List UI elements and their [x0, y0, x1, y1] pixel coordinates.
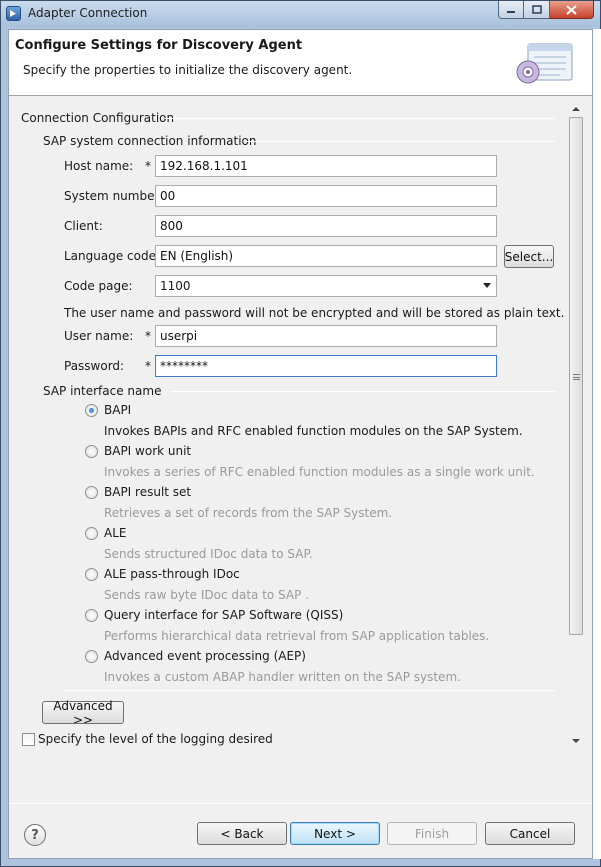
dialog-window: Adapter Connection Configure Settings fo…: [0, 0, 601, 867]
advanced-button[interactable]: Advanced >>: [42, 699, 124, 727]
settings-scroll-area[interactable]: Connection Configuration SAP system conn…: [9, 103, 592, 748]
required-marker: *: [145, 159, 151, 173]
radio-option-3[interactable]: ALE: [85, 526, 126, 540]
footer-separator: [9, 803, 592, 804]
wizard-banner: Configure Settings for Discovery Agent S…: [9, 30, 592, 96]
radio-option-0[interactable]: BAPI: [85, 403, 131, 417]
radio-option-label[interactable]: BAPI work unit: [104, 444, 191, 458]
background-window-edge: [593, 29, 601, 859]
radio-option-description: Invokes a custom ABAP handler written on…: [104, 670, 461, 684]
radio-option-label[interactable]: ALE pass-through IDoc: [104, 567, 240, 581]
language-select-button[interactable]: Select...: [504, 245, 554, 268]
radio-option-description: Sends structured IDoc data to SAP.: [104, 547, 313, 561]
chevron-down-icon: [483, 283, 491, 288]
host-name-input[interactable]: [155, 155, 497, 177]
radio-option-description: Invokes a series of RFC enabled function…: [104, 465, 535, 479]
help-button[interactable]: ?: [24, 824, 46, 846]
separator: [247, 141, 555, 142]
user-name-label: User name:: [64, 329, 134, 343]
radio-option-description: Invokes BAPIs and RFC enabled function m…: [104, 424, 523, 438]
radio-option-2[interactable]: BAPI result set: [85, 485, 191, 499]
radio-option-description: Performs hierarchical data retrieval fro…: [104, 629, 490, 643]
close-button[interactable]: [550, 1, 594, 19]
radio-button[interactable]: [85, 403, 98, 417]
radio-option-6[interactable]: Advanced event processing (AEP): [85, 649, 306, 663]
radio-option-label[interactable]: ALE: [104, 526, 126, 540]
settings-wizard-icon: [516, 43, 573, 84]
minimize-icon: [507, 10, 515, 13]
maximize-icon: [531, 5, 542, 14]
grip-icon: [573, 374, 580, 380]
minimize-button[interactable]: [498, 1, 524, 19]
logging-checkbox[interactable]: [22, 733, 35, 746]
window-title: Adapter Connection: [28, 6, 148, 20]
radio-option-description: Retrieves a set of records from the SAP …: [104, 506, 393, 520]
code-page-label: Code page:: [64, 279, 133, 293]
radio-option-1[interactable]: BAPI work unit: [85, 444, 191, 458]
scrollbar-thumb[interactable]: [569, 117, 583, 635]
password-label: Password:: [64, 359, 125, 373]
back-button[interactable]: < Back: [197, 822, 287, 845]
password-input[interactable]: [155, 355, 497, 377]
required-marker: *: [145, 359, 151, 373]
radio-option-label[interactable]: Query interface for SAP Software (QISS): [104, 608, 343, 622]
page-title: Configure Settings for Discovery Agent: [15, 38, 303, 53]
sap-interface-heading: SAP interface name: [43, 384, 162, 398]
logging-checkbox-label[interactable]: Specify the level of the logging desired: [38, 732, 273, 746]
radio-option-label[interactable]: BAPI: [104, 403, 131, 417]
sap-connection-heading: SAP system connection information: [43, 134, 257, 148]
close-icon: [566, 4, 577, 15]
app-icon: [6, 6, 21, 21]
client-label: Client:: [64, 219, 103, 233]
radio-option-description: Sends raw byte IDoc data to SAP .: [104, 588, 309, 602]
radio-button[interactable]: [85, 444, 98, 458]
scroll-down-icon[interactable]: [572, 739, 580, 743]
radio-button[interactable]: [85, 485, 98, 499]
code-page-value: 1100: [160, 279, 191, 293]
next-button[interactable]: Next >: [290, 822, 380, 845]
title-bar[interactable]: Adapter Connection: [1, 1, 600, 27]
separator: [63, 690, 555, 691]
connection-config-heading: Connection Configuration: [21, 111, 175, 125]
maximize-button[interactable]: [524, 1, 550, 19]
radio-option-5[interactable]: Query interface for SAP Software (QISS): [85, 608, 343, 622]
cancel-button[interactable]: Cancel: [485, 822, 575, 845]
radio-option-4[interactable]: ALE pass-through IDoc: [85, 567, 240, 581]
system-number-label: System number:: [64, 189, 164, 203]
finish-button[interactable]: Finish: [387, 822, 477, 845]
radio-option-label[interactable]: BAPI result set: [104, 485, 191, 499]
radio-option-label[interactable]: Advanced event processing (AEP): [104, 649, 306, 663]
help-icon: ?: [31, 827, 39, 843]
radio-button[interactable]: [85, 608, 98, 622]
language-code-label: Language code:: [64, 249, 161, 263]
user-name-input[interactable]: [155, 325, 497, 347]
radio-button[interactable]: [85, 567, 98, 581]
radio-button[interactable]: [85, 649, 98, 663]
scroll-up-icon[interactable]: [572, 107, 580, 111]
host-name-label: Host name:: [64, 159, 134, 173]
dialog-client-area: Configure Settings for Discovery Agent S…: [8, 29, 593, 859]
page-description: Specify the properties to initialize the…: [23, 63, 353, 77]
plaintext-warning: The user name and password will not be e…: [64, 306, 565, 320]
vertical-scrollbar[interactable]: [568, 103, 585, 748]
code-page-dropdown[interactable]: 1100: [155, 275, 497, 297]
client-input[interactable]: [155, 215, 497, 237]
separator: [171, 391, 555, 392]
system-number-input[interactable]: [155, 185, 497, 207]
required-marker: *: [145, 329, 151, 343]
separator: [165, 118, 555, 119]
language-code-input[interactable]: [155, 245, 497, 267]
radio-button[interactable]: [85, 526, 98, 540]
